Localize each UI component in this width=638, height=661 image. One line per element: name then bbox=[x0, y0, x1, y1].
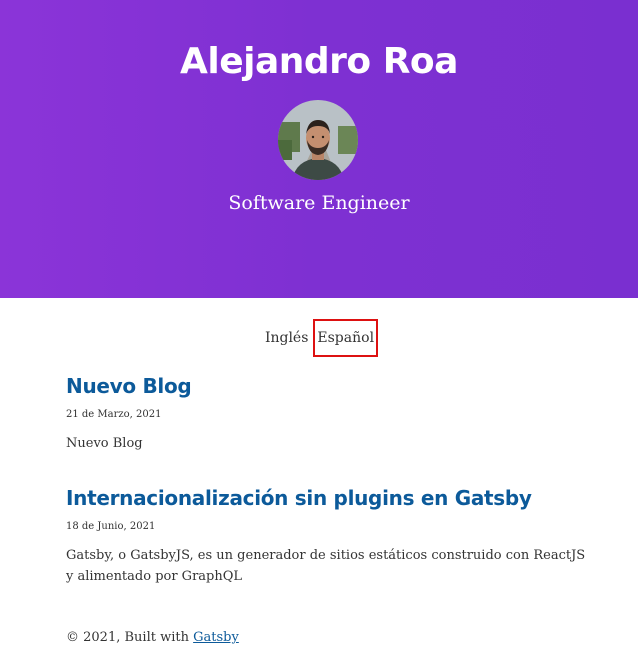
site-tagline: Software Engineer bbox=[228, 192, 410, 214]
footer-gatsby-link[interactable]: Gatsby bbox=[193, 630, 239, 645]
avatar bbox=[278, 100, 358, 180]
site-header: Alejandro Roa Software Engineer bbox=[0, 0, 638, 298]
post-title-link[interactable]: Nuevo Blog bbox=[66, 372, 192, 400]
post-title-link[interactable]: Internacionalización sin plugins en Gats… bbox=[66, 484, 532, 512]
avatar-photo bbox=[278, 100, 358, 180]
post-list: Nuevo Blog 21 de Marzo, 2021 Nuevo Blog … bbox=[66, 372, 586, 617]
lang-link-ingles[interactable]: Inglés bbox=[260, 319, 313, 357]
footer-copyright: © 2021, Built with bbox=[66, 630, 189, 645]
post-date: 18 de Junio, 2021 bbox=[66, 521, 156, 532]
site-footer: © 2021, Built with Gatsby bbox=[66, 627, 239, 648]
language-switcher: Inglés Español bbox=[0, 319, 638, 357]
lang-link-espanol[interactable]: Español bbox=[313, 319, 379, 357]
post-item: Nuevo Blog 21 de Marzo, 2021 Nuevo Blog bbox=[66, 372, 586, 454]
site-title[interactable]: Alejandro Roa bbox=[0, 36, 638, 88]
post-excerpt: Gatsby, o GatsbyJS, es un generador de s… bbox=[66, 548, 586, 584]
post-excerpt: Nuevo Blog bbox=[66, 436, 143, 451]
post-date: 21 de Marzo, 2021 bbox=[66, 409, 162, 420]
post-item: Internacionalización sin plugins en Gats… bbox=[66, 484, 586, 587]
